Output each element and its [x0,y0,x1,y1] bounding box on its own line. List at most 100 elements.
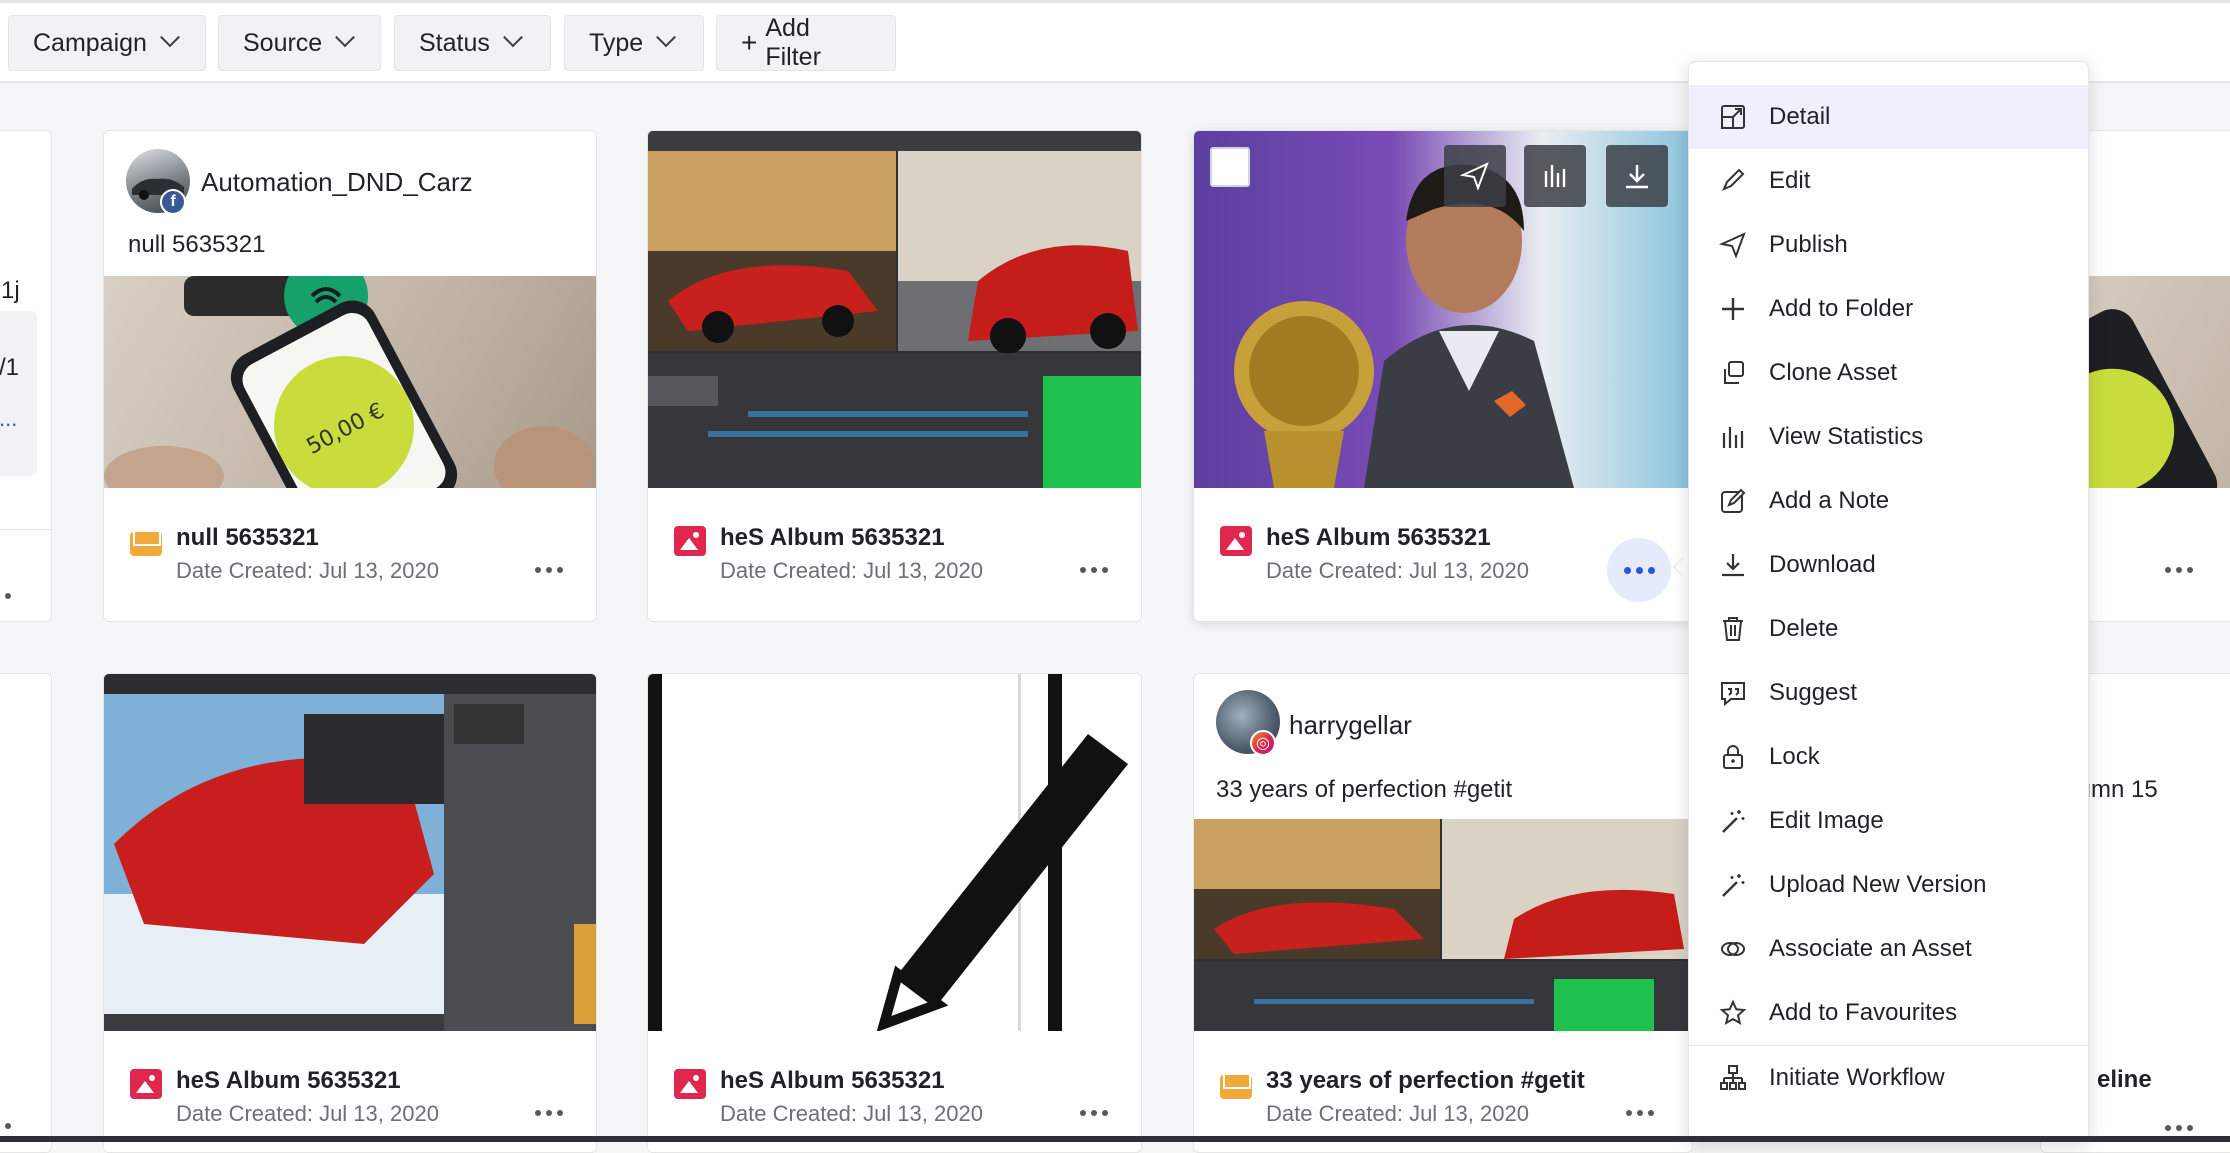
asset-card-selected[interactable]: heS Album 5635321 Date Created: Jul 13, … [1193,130,1693,622]
pencil-icon [1722,168,1745,191]
menu-item-view-statistics[interactable]: View Statistics [1689,405,2088,469]
asset-context-menu: Detail Edit Publish Add to Folder Clone … [1688,61,2089,1142]
menu-item-associate-an-asset[interactable]: Associate an Asset [1689,917,2088,981]
more-options-button[interactable] [1607,538,1671,602]
username[interactable]: Automation_DND_Carz [201,167,473,198]
add-filter-button[interactable]: + Add Filter [716,14,896,71]
asset-title[interactable]: heS Album 5635321 [1266,524,1491,552]
asset-title[interactable]: null 5635321 [176,524,319,552]
more-options-button[interactable] [0,574,19,618]
type-filter[interactable]: Type [564,15,704,71]
menu-item-label: Detail [1769,103,1831,130]
menu-item-clone-asset[interactable]: Clone Asset [1689,341,2088,405]
download-icon [1626,165,1648,189]
chevron-down-icon [656,27,677,48]
source-filter-label: Source [243,28,323,57]
image-icon [130,1069,162,1099]
menu-item-label: Add to Folder [1769,295,1914,322]
chevron-down-icon [502,27,523,48]
partial-link[interactable]: ... [0,406,17,432]
more-options-button[interactable] [527,1091,571,1135]
bar-chart-icon [1722,427,1744,448]
partial-preview: /1 ... [0,311,37,476]
asset-card[interactable]: f Automation_DND_Carz null 5635321 50,00… [103,130,597,622]
quote-icon [1721,682,1745,707]
menu-item-add-a-note[interactable]: Add a Note [1689,469,2088,533]
card-footer: heS Album 5635321 Date Created: Jul 13, … [648,1031,1141,1152]
more-options-button[interactable] [2157,1106,2201,1150]
menu-item-detail[interactable]: Detail [1689,85,2088,149]
menu-item-lock[interactable]: Lock [1689,725,2088,789]
asset-card[interactable]: heS Album 5635321 Date Created: Jul 13, … [647,130,1142,622]
source-filter[interactable]: Source [218,15,381,71]
asset-date: Date Created: Jul 13, 2020 [176,558,439,583]
asset-card[interactable]: heS Album 5635321 Date Created: Jul 13, … [103,673,597,1153]
card-footer: heS Album 5635321 Date Created: Jul 13, … [104,1031,596,1152]
asset-title[interactable]: heS Album 5635321 [720,524,945,552]
publish-action-button[interactable] [1444,145,1506,207]
more-options-button[interactable] [527,548,571,592]
partial-text: eline [2097,1066,2152,1093]
username[interactable]: harrygellar [1289,710,1412,741]
menu-item-edit-image[interactable]: Edit Image [1689,789,2088,853]
more-options-button[interactable] [1618,1091,1662,1135]
select-checkbox[interactable] [1210,147,1250,187]
link-icon [1721,942,1745,956]
instagram-icon: ◎ [1250,730,1276,756]
magic-wand-icon [1722,874,1745,897]
menu-item-label: Upload New Version [1769,871,1987,898]
menu-item-download[interactable]: Download [1689,533,2088,597]
type-filter-label: Type [589,28,644,57]
bar-chart-icon [1544,165,1566,187]
menu-item-delete[interactable]: Delete [1689,597,2088,661]
asset-card-partial[interactable]: 1j /1 ... [0,130,52,622]
menu-item-edit[interactable]: Edit [1689,149,2088,213]
menu-item-publish[interactable]: Publish [1689,213,2088,277]
menu-item-add-to-favourites[interactable]: Add to Favourites [1689,981,2088,1045]
plus-icon [1722,298,1744,320]
chevron-down-icon [335,27,356,48]
lock-icon [1723,745,1743,769]
more-options-button[interactable] [2157,548,2201,592]
asset-date: Date Created: Jul 13, 2020 [720,1101,983,1126]
post-caption: null 5635321 [128,231,266,258]
partial-text: /1 [0,354,20,381]
clone-icon [1724,361,1744,384]
status-filter[interactable]: Status [394,15,551,71]
download-icon [1722,554,1744,577]
menu-item-initiate-workflow[interactable]: Initiate Workflow [1689,1046,2088,1110]
menu-item-upload-new-version[interactable]: Upload New Version [1689,853,2088,917]
asset-thumbnail[interactable] [648,674,1141,1031]
image-icon [674,526,706,556]
asset-title[interactable]: heS Album 5635321 [176,1067,401,1095]
menu-item-suggest[interactable]: Suggest [1689,661,2088,725]
asset-thumbnail[interactable] [1194,819,1692,1031]
more-options-button[interactable] [1072,548,1116,592]
card-footer: 33 years of perfection #getit Date Creat… [1194,1031,1692,1152]
download-action-button[interactable] [1606,145,1668,207]
asset-card-partial[interactable] [0,673,52,1153]
asset-thumbnail[interactable] [1194,131,1692,488]
send-icon [1460,162,1489,191]
divider [0,529,51,530]
campaign-filter[interactable]: Campaign [8,15,206,71]
card-footer: null 5635321 Date Created: Jul 13, 2020 [104,488,596,621]
asset-title[interactable]: 33 years of perfection #getit [1266,1067,1585,1095]
asset-thumbnail[interactable] [648,131,1141,488]
card-footer: heS Album 5635321 Date Created: Jul 13, … [648,488,1141,621]
menu-item-label: Clone Asset [1769,359,1898,386]
trash-icon [1723,617,1743,641]
asset-card[interactable]: ◎ harrygellar 33 years of perfection #ge… [1193,673,1693,1153]
menu-item-add-to-folder[interactable]: Add to Folder [1689,277,2088,341]
partial-text: 1j [1,277,20,304]
image-icon [1220,526,1252,556]
menu-item-label: Initiate Workflow [1769,1064,1945,1091]
more-options-button[interactable] [1072,1091,1116,1135]
statistics-action-button[interactable] [1524,145,1586,207]
asset-thumbnail[interactable]: 50,00 € [104,276,596,488]
asset-card[interactable]: heS Album 5635321 Date Created: Jul 13, … [647,673,1142,1153]
image-icon [674,1069,706,1099]
workflow-icon [1720,1065,1746,1090]
asset-thumbnail[interactable] [104,674,596,1031]
asset-title[interactable]: heS Album 5635321 [720,1067,945,1095]
